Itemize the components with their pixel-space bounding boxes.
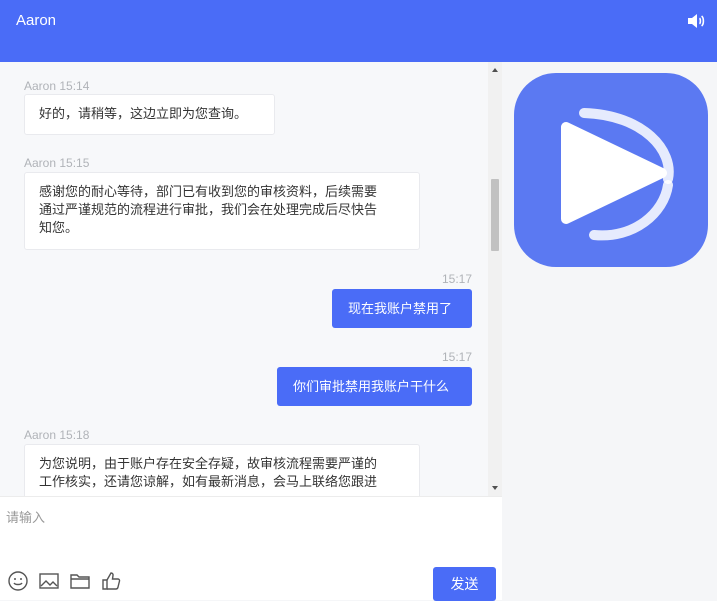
message-meta: Aaron 15:14 [24, 79, 90, 93]
message-scrollbar[interactable] [488, 62, 502, 496]
message-meta: Aaron 15:15 [24, 156, 90, 170]
agent-name: Aaron [16, 12, 57, 29]
message-line: 现在我账户禁用了 [348, 301, 453, 316]
message-input[interactable] [0, 497, 502, 557]
speaker-icon[interactable] [687, 13, 705, 29]
image-icon[interactable] [38, 570, 60, 592]
message-area[interactable]: Aaron 15:14 好的，请稍等，这边立即为您查询。 Aaron 15:15… [0, 62, 502, 496]
play-logo-icon [514, 73, 708, 267]
side-panel [502, 62, 717, 600]
scroll-down-arrow-icon[interactable] [492, 486, 498, 490]
composer: 发送 [0, 496, 502, 601]
agent-message-bubble: 为您说明，由于账户存在安全存疑，故审核流程需要严谨的 工作核实，还请您谅解，如有… [24, 444, 420, 496]
message-meta: Aaron 15:18 [24, 428, 90, 442]
user-message-bubble: 你们审批禁用我账户干什么 [277, 367, 472, 406]
scrollbar-thumb[interactable] [491, 179, 499, 251]
message-line: 为您说明，由于账户存在安全存疑，故审核流程需要严谨的 [39, 456, 378, 471]
emoji-icon[interactable] [7, 570, 29, 592]
message-meta: 15:17 [441, 350, 472, 364]
message-line: 感谢您的耐心等待，部门已有收到您的审核资料，后续需要 [39, 184, 378, 199]
agent-message-bubble: 感谢您的耐心等待，部门已有收到您的审核资料，后续需要 通过严谨规范的流程进行审批… [24, 172, 420, 250]
agent-message-bubble: 好的，请稍等，这边立即为您查询。 [24, 94, 275, 135]
scroll-up-arrow-icon[interactable] [492, 68, 498, 72]
message-meta: 15:17 [441, 272, 472, 286]
message-line: 好的，请稍等，这边立即为您查询。 [39, 106, 248, 121]
thumbs-up-icon[interactable] [100, 570, 122, 592]
message-list: Aaron 15:14 好的，请稍等，这边立即为您查询。 Aaron 15:15… [0, 62, 488, 496]
message-line: 工作核实，还请您谅解，如有最新消息，会马上联络您跟进 [39, 474, 378, 489]
message-line: 你们审批禁用我账户干什么 [293, 379, 450, 394]
send-button[interactable]: 发送 [433, 567, 496, 601]
folder-icon[interactable] [69, 570, 91, 592]
message-line: 通过严谨规范的流程进行审批，我们会在处理完成后尽快告 [39, 202, 378, 217]
message-line: 知您。 [39, 220, 79, 235]
user-message-bubble: 现在我账户禁用了 [332, 289, 472, 328]
chat-header: Aaron [0, 0, 717, 62]
